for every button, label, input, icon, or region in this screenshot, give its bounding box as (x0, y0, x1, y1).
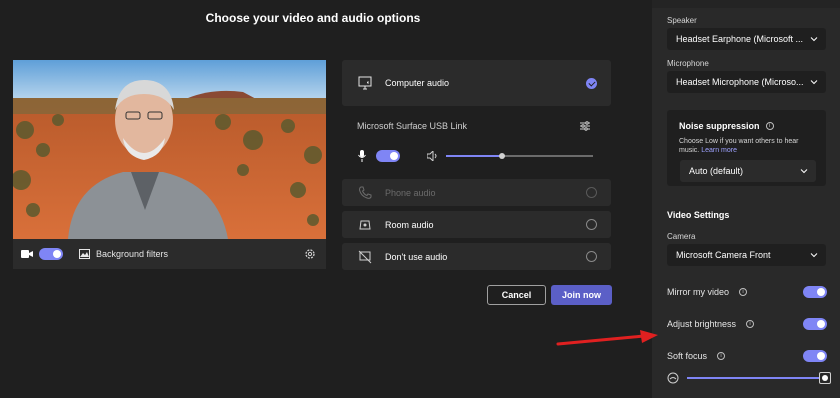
computer-audio-radio[interactable] (586, 78, 597, 89)
annotation-arrow (556, 330, 658, 346)
noise-suppression-heading: Noise suppression i (679, 121, 774, 131)
microphone-toggle[interactable] (376, 150, 400, 162)
mirror-video-row: Mirror my video i (667, 285, 827, 299)
soft-focus-slider-row (667, 372, 831, 384)
microphone-icon (358, 150, 366, 162)
chevron-down-icon (810, 253, 818, 258)
dont-use-audio-label: Don't use audio (385, 251, 448, 262)
phone-audio-option[interactable]: Phone audio (342, 179, 611, 206)
learn-more-link[interactable]: Learn more (701, 147, 737, 154)
adjust-brightness-row: Adjust brightness i (667, 317, 827, 331)
phone-audio-label: Phone audio (385, 187, 436, 198)
adjust-brightness-toggle[interactable] (803, 318, 827, 330)
speaker-select-value: Headset Earphone (Microsoft ... (676, 34, 804, 44)
noise-suppression-description: Choose Low if you want others to hear mu… (679, 137, 819, 155)
video-controls-bar: Background filters (13, 239, 326, 269)
room-audio-icon (359, 220, 371, 229)
device-settings-icon[interactable] (579, 120, 591, 132)
device-settings-panel: Speaker Headset Earphone (Microsoft ... … (652, 0, 840, 398)
no-audio-icon (358, 250, 372, 263)
dont-use-audio-radio[interactable] (586, 251, 597, 262)
speaker-volume-fill (446, 155, 502, 157)
camera-toggle[interactable] (39, 248, 63, 260)
mirror-video-toggle[interactable] (803, 286, 827, 298)
camera-select[interactable]: Microsoft Camera Front (667, 244, 826, 266)
noise-suppression-value: Auto (default) (689, 166, 744, 176)
panel-top-strip (652, 0, 840, 8)
speaker-volume-knob[interactable] (498, 153, 505, 159)
video-preview (13, 60, 326, 239)
background-filters-icon (79, 249, 90, 259)
video-settings-title: Video Settings (667, 210, 730, 220)
info-icon[interactable]: i (746, 320, 755, 328)
speaker-label: Speaker (667, 16, 697, 25)
pre-join-main: Choose your video and audio options Back… (0, 0, 652, 398)
microphone-label: Microphone (667, 59, 709, 68)
soft-focus-label: Soft focus (667, 351, 708, 361)
soft-focus-fill (687, 377, 825, 379)
room-audio-radio[interactable] (586, 219, 597, 230)
join-now-button[interactable]: Join now (551, 285, 612, 305)
page-title: Choose your video and audio options (205, 11, 421, 25)
phone-audio-radio[interactable] (586, 187, 597, 198)
mirror-video-label: Mirror my video (667, 287, 730, 297)
adjust-brightness-label: Adjust brightness (667, 319, 737, 329)
cancel-button[interactable]: Cancel (487, 285, 546, 305)
noise-suppression-box: Noise suppression i Choose Low if you wa… (667, 110, 826, 186)
background-filters-button[interactable]: Background filters (96, 249, 168, 259)
soft-focus-row: Soft focus i (667, 349, 827, 363)
audio-levels-row (358, 148, 598, 164)
soft-focus-knob[interactable] (819, 372, 831, 384)
camera-label: Camera (667, 232, 696, 241)
info-icon[interactable]: i (739, 288, 748, 296)
chevron-down-icon (810, 80, 818, 85)
speaker-select[interactable]: Headset Earphone (Microsoft ... (667, 28, 826, 50)
soft-focus-icon (667, 372, 679, 384)
soft-focus-toggle[interactable] (803, 350, 827, 362)
camera-icon (21, 250, 33, 258)
computer-audio-option[interactable]: Computer audio (342, 60, 611, 106)
microphone-select[interactable]: Headset Microphone (Microso... (667, 71, 826, 93)
dont-use-audio-option[interactable]: Don't use audio (342, 243, 611, 270)
phone-icon (358, 186, 372, 199)
computer-audio-icon (358, 76, 372, 90)
chevron-down-icon (810, 37, 818, 42)
speaker-icon (427, 151, 437, 161)
room-audio-label: Room audio (385, 219, 434, 230)
info-icon[interactable]: i (717, 352, 726, 360)
noise-suppression-title: Noise suppression (679, 121, 760, 131)
audio-device-row: Microsoft Surface USB Link (357, 118, 597, 134)
noise-desc-text: Choose Low if you want others to hear mu… (679, 138, 799, 154)
computer-audio-label: Computer audio (385, 78, 450, 88)
info-icon[interactable]: i (765, 122, 774, 130)
audio-device-name: Microsoft Surface USB Link (357, 121, 468, 131)
chevron-down-icon (800, 169, 808, 174)
room-audio-option[interactable]: Room audio (342, 211, 611, 238)
microphone-select-value: Headset Microphone (Microso... (676, 77, 804, 87)
camera-select-value: Microsoft Camera Front (676, 250, 771, 260)
noise-suppression-select[interactable]: Auto (default) (680, 160, 816, 182)
gear-icon[interactable] (304, 248, 316, 260)
